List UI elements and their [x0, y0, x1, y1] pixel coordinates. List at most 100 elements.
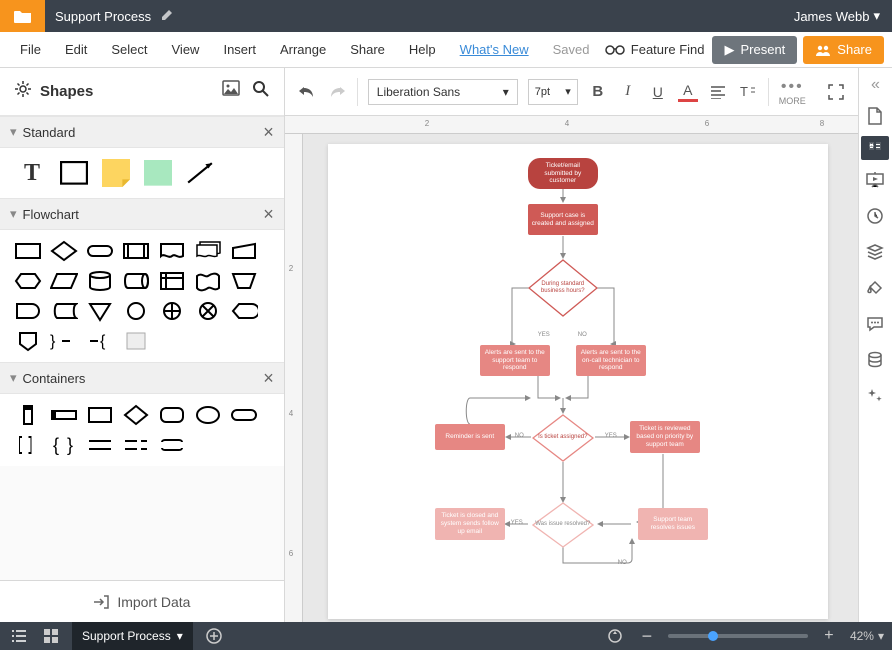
gear-icon[interactable]: [14, 80, 32, 103]
image-icon[interactable]: [222, 80, 240, 103]
shape-rect-container[interactable]: [86, 404, 114, 426]
target-icon[interactable]: [604, 625, 626, 647]
search-icon[interactable]: [252, 80, 270, 103]
node-resolve-issues[interactable]: Support team resolves issues: [638, 508, 708, 540]
node-ticket-assigned[interactable]: Is ticket assigned?: [532, 414, 594, 462]
underline-button[interactable]: U: [648, 82, 668, 102]
shape-circle-container[interactable]: [194, 404, 222, 426]
zoom-in-button[interactable]: +: [818, 625, 840, 647]
menu-file[interactable]: File: [8, 36, 53, 63]
present-button[interactable]: ▶ Present: [712, 36, 797, 64]
shape-connector[interactable]: [122, 300, 150, 322]
block-shape[interactable]: [60, 160, 88, 186]
node-case-created[interactable]: Support case is created and assigned: [528, 204, 598, 235]
hotspot-shape[interactable]: [144, 160, 172, 186]
more-button[interactable]: ••• MORE: [779, 78, 806, 106]
data-icon[interactable]: [859, 344, 891, 376]
shape-multidoc[interactable]: [194, 240, 222, 262]
section-standard[interactable]: ▾ Standard ×: [0, 116, 284, 148]
menu-edit[interactable]: Edit: [53, 36, 99, 63]
font-size-select[interactable]: 7pt▾: [528, 79, 578, 105]
shape-rounded-container[interactable]: [158, 404, 186, 426]
shape-display[interactable]: [230, 300, 258, 322]
shape-direct-data[interactable]: [122, 270, 150, 292]
zoom-thumb[interactable]: [708, 631, 718, 641]
menu-arrange[interactable]: Arrange: [268, 36, 338, 63]
shape-open-round[interactable]: [158, 434, 186, 456]
redo-button[interactable]: [327, 82, 347, 102]
shape-pill-container[interactable]: [230, 404, 258, 426]
shape-paper-tape[interactable]: [194, 270, 222, 292]
shape-swimlane-v[interactable]: [14, 404, 42, 426]
shape-note[interactable]: [122, 330, 150, 352]
shape-delay[interactable]: [14, 300, 42, 322]
shape-predefined[interactable]: [122, 240, 150, 262]
grid-view-icon[interactable]: [40, 625, 62, 647]
list-view-icon[interactable]: [8, 625, 30, 647]
node-alert-oncall[interactable]: Alerts are sent to the on-call technicia…: [576, 345, 646, 376]
page-tab[interactable]: Support Process ▾: [72, 622, 193, 650]
align-button[interactable]: [708, 82, 728, 102]
feature-find[interactable]: Feature Find: [605, 42, 705, 57]
text-color-button[interactable]: A: [678, 82, 698, 102]
shape-preparation[interactable]: [14, 270, 42, 292]
shape-stored-data[interactable]: [50, 300, 78, 322]
section-containers[interactable]: ▾ Containers ×: [0, 362, 284, 394]
node-ticket-submitted[interactable]: Ticket/email submitted by customer: [528, 158, 598, 189]
import-data-button[interactable]: Import Data: [0, 580, 284, 622]
node-ticket-reviewed[interactable]: Ticket is reviewed based on priority by …: [630, 421, 700, 453]
chat-icon[interactable]: [859, 308, 891, 340]
layers-icon[interactable]: [859, 236, 891, 268]
shape-diamond-container[interactable]: [122, 404, 150, 426]
add-page-button[interactable]: [203, 625, 225, 647]
presentation-icon[interactable]: [859, 164, 891, 196]
menu-share[interactable]: Share: [338, 36, 397, 63]
close-icon[interactable]: ×: [263, 204, 274, 225]
shape-brace-container[interactable]: {}: [50, 434, 78, 456]
shape-open-rect[interactable]: [86, 434, 114, 456]
collapse-dock-button[interactable]: «: [871, 74, 880, 96]
line-shape[interactable]: [186, 160, 214, 186]
share-button[interactable]: Share: [803, 36, 884, 64]
paint-icon[interactable]: [859, 272, 891, 304]
history-icon[interactable]: [859, 200, 891, 232]
menu-view[interactable]: View: [160, 36, 212, 63]
shape-open-rect2[interactable]: [122, 434, 150, 456]
canvas[interactable]: Ticket/email submitted by customer Suppo…: [303, 134, 858, 622]
text-options-button[interactable]: T: [738, 82, 758, 102]
shape-document[interactable]: [158, 240, 186, 262]
menu-insert[interactable]: Insert: [211, 36, 268, 63]
sparkle-icon[interactable]: [859, 380, 891, 412]
undo-button[interactable]: [297, 82, 317, 102]
bold-button[interactable]: B: [588, 82, 608, 102]
node-ticket-closed[interactable]: Ticket is closed and system sends follow…: [435, 508, 505, 540]
shape-database[interactable]: [86, 270, 114, 292]
shape-decision[interactable]: [50, 240, 78, 262]
fullscreen-button[interactable]: [826, 82, 846, 102]
shape-summing[interactable]: [194, 300, 222, 322]
close-icon[interactable]: ×: [263, 122, 274, 143]
node-issue-resolved[interactable]: Was issue resolved?: [532, 502, 594, 548]
shape-merge[interactable]: [86, 300, 114, 322]
whats-new-link[interactable]: What's New: [448, 36, 541, 63]
page-icon[interactable]: [859, 100, 891, 132]
note-shape[interactable]: [102, 160, 130, 186]
document-title[interactable]: Support Process: [45, 9, 161, 24]
comment-icon[interactable]: ❝: [861, 136, 889, 160]
font-select[interactable]: Liberation Sans▾: [368, 79, 518, 105]
folder-icon[interactable]: [0, 0, 45, 32]
shape-offpage[interactable]: [14, 330, 42, 352]
menu-help[interactable]: Help: [397, 36, 448, 63]
zoom-out-button[interactable]: −: [636, 625, 658, 647]
shape-brace-left[interactable]: {: [86, 330, 114, 352]
shape-internal-storage[interactable]: [158, 270, 186, 292]
shape-swimlane-h[interactable]: [50, 404, 78, 426]
node-reminder[interactable]: Reminder is sent: [435, 424, 505, 450]
node-business-hours[interactable]: During standard business hours?: [528, 259, 598, 317]
close-icon[interactable]: ×: [263, 368, 274, 389]
italic-button[interactable]: I: [618, 82, 638, 102]
shape-or[interactable]: [158, 300, 186, 322]
shape-bracket-l[interactable]: [14, 434, 42, 456]
text-shape[interactable]: T: [18, 160, 46, 186]
shape-process[interactable]: [14, 240, 42, 262]
